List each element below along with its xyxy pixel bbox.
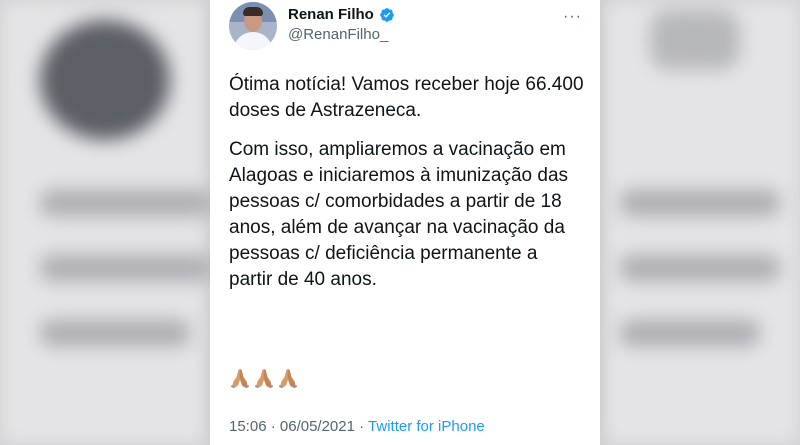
blurred-line	[40, 320, 190, 346]
folded-hands-icon	[278, 369, 298, 389]
avatar-hair	[243, 7, 263, 16]
meta-separator: ·	[270, 418, 276, 435]
author-name[interactable]: Renan Filho	[288, 6, 374, 23]
folded-hands-icon	[254, 369, 274, 389]
emoji-row	[229, 367, 299, 389]
tweet-metadata: 15:06 · 06/05/2021 · Twitter for iPhone	[229, 418, 485, 435]
blurred-line	[40, 255, 210, 281]
folded-hands-icon	[230, 369, 250, 389]
blurred-line	[40, 190, 210, 216]
blurred-line	[620, 190, 780, 216]
tweet-date[interactable]: 06/05/2021	[280, 418, 355, 435]
tweet-source-link[interactable]: Twitter for iPhone	[368, 418, 485, 435]
meta-separator: ·	[359, 418, 365, 435]
avatar[interactable]	[229, 2, 277, 50]
blurred-line	[620, 320, 760, 346]
tweet-paragraph: Com isso, ampliaremos a vacinação em Ala…	[229, 139, 569, 290]
blurred-line	[620, 255, 780, 281]
tweet-text: Ótima notícia! Vamos receber hoje 66.400…	[229, 72, 584, 306]
tweet-paragraph: Ótima notícia! Vamos receber hoje 66.400…	[229, 74, 584, 121]
more-options-icon[interactable]: ···	[563, 8, 582, 26]
author-row: Renan Filho	[288, 6, 395, 23]
tweet-card: Renan Filho @RenanFilho_ ··· Ótima notíc…	[210, 0, 600, 445]
verified-badge-icon	[380, 7, 394, 22]
tweet-time[interactable]: 15:06	[229, 418, 267, 435]
avatar-shirt	[233, 32, 273, 50]
blurred-avatar	[40, 20, 170, 140]
blurred-shape	[650, 10, 740, 70]
author-handle[interactable]: @RenanFilho_	[288, 26, 388, 43]
